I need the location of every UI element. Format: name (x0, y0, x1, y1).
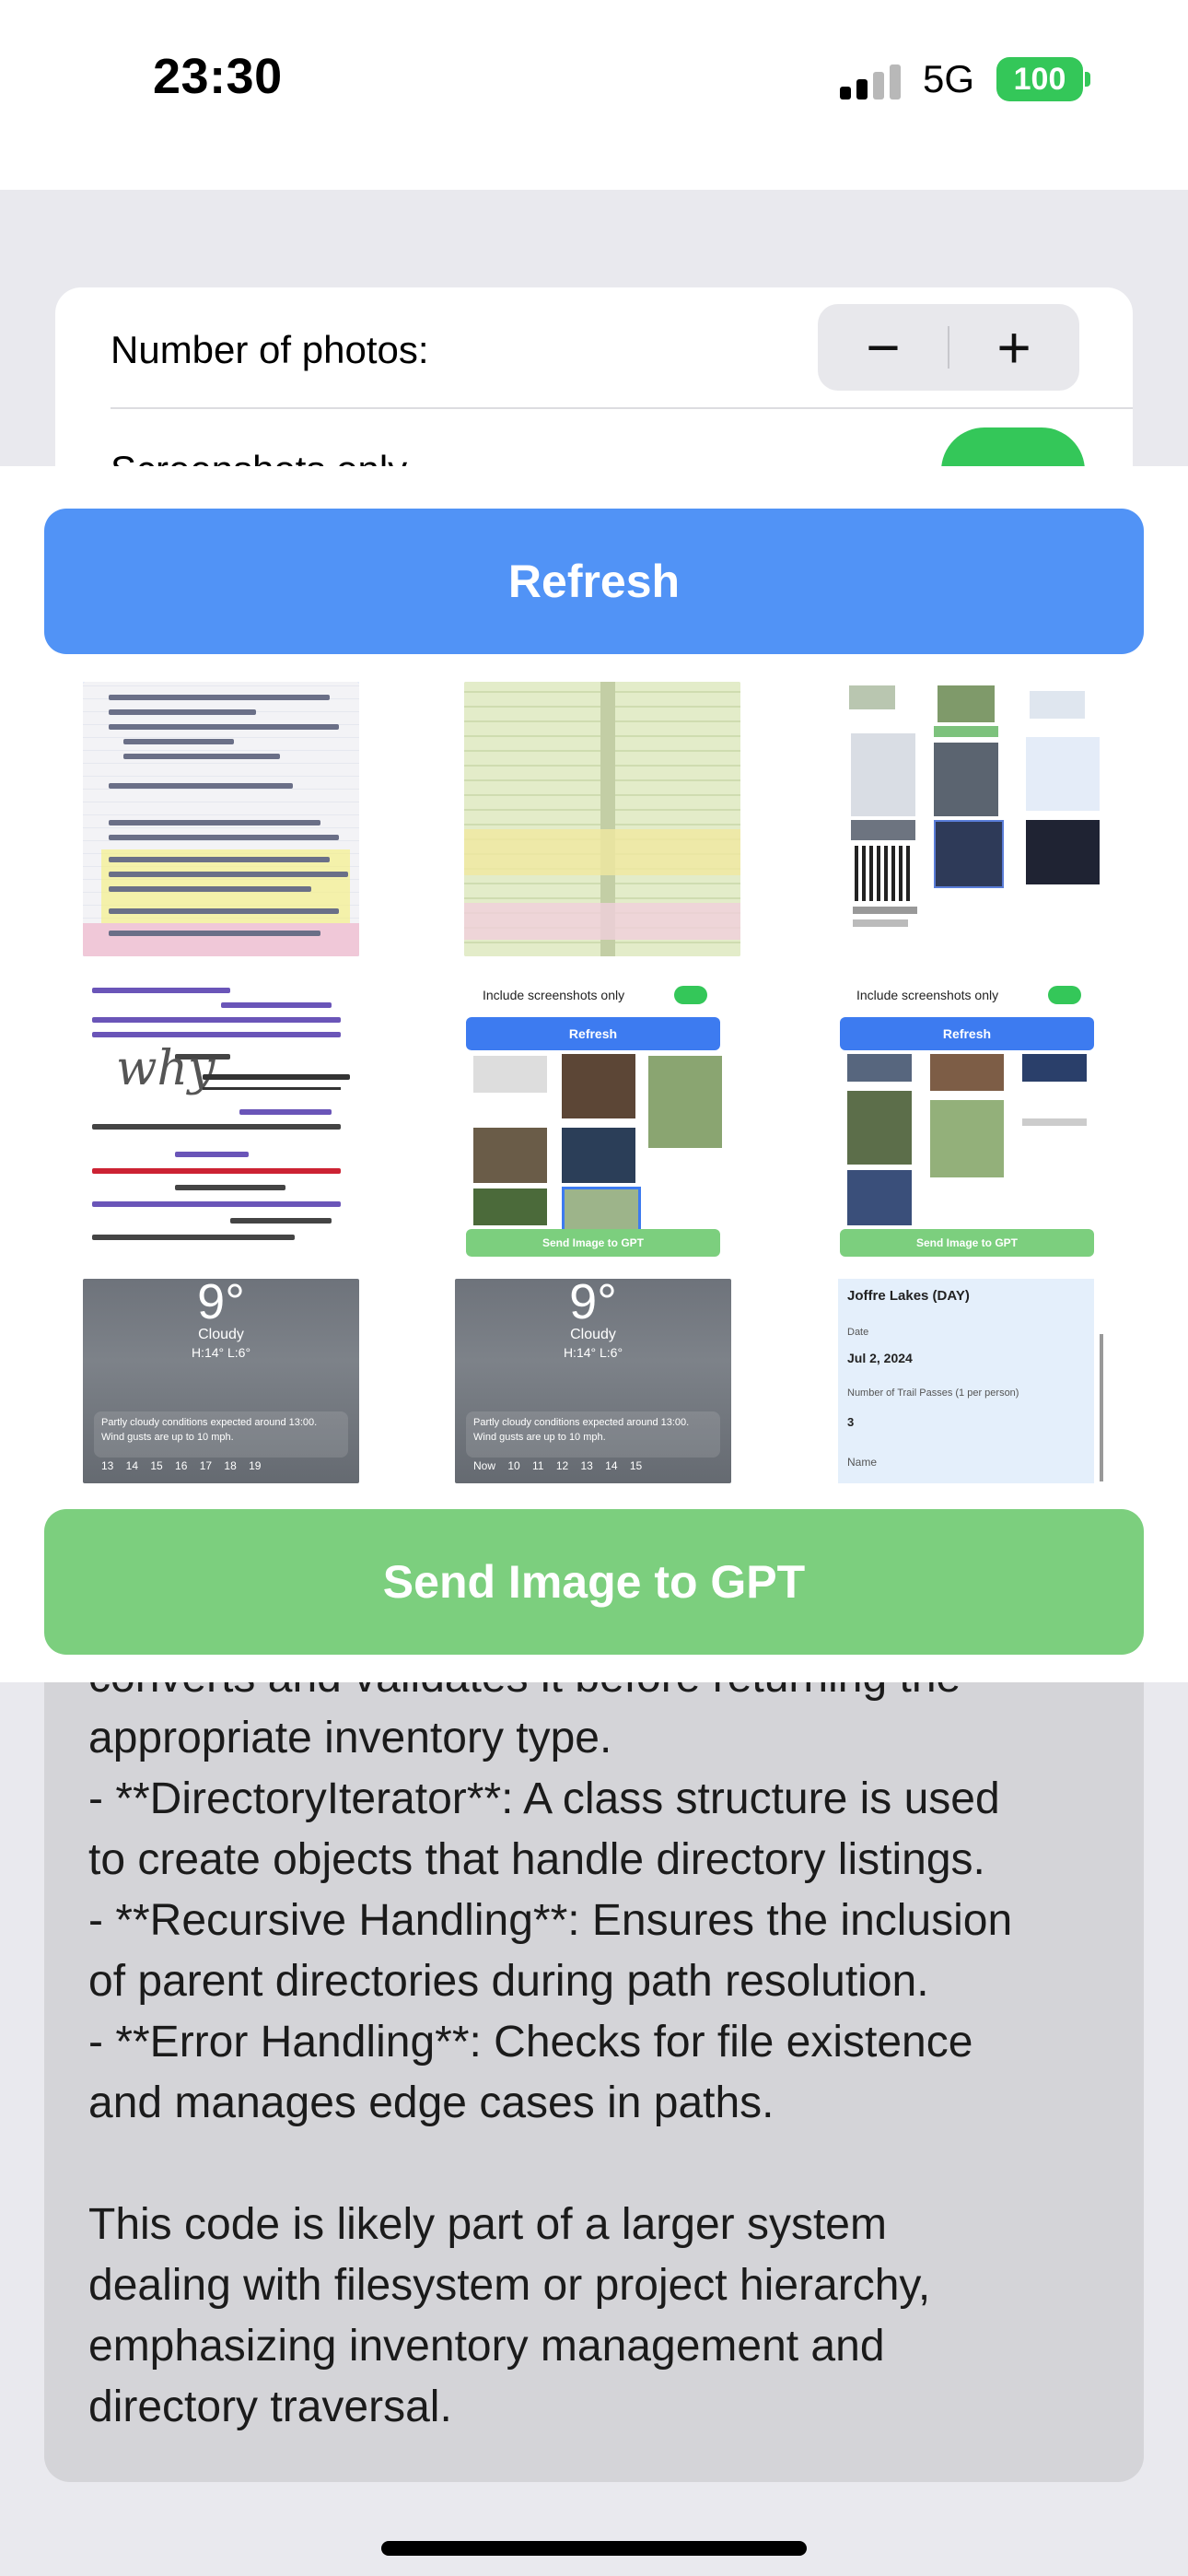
photo-thumbnail[interactable]: Include screenshots only Refresh Send Im… (455, 980, 731, 1257)
photo-thumbnail[interactable] (842, 682, 1118, 956)
photo-thumbnail[interactable] (464, 682, 740, 956)
battery-level: 100 (1013, 61, 1066, 97)
response-line: and manages edge cases in paths. (88, 2078, 775, 2127)
mini-toggle-label: Include screenshots only (483, 988, 625, 1002)
decrement-button[interactable]: − (818, 304, 949, 391)
mini-toggle-label: Include screenshots only (856, 988, 999, 1002)
weather-temperature: 9° (197, 1279, 245, 1329)
response-line: dealing with filesystem or project hiera… (88, 2261, 931, 2310)
response-line: appropriate inventory type. (88, 1714, 612, 1762)
home-indicator (381, 2541, 807, 2556)
form-date-label: Date (847, 1327, 869, 1338)
weather-note: Wind gusts are up to 10 mph. (101, 1432, 234, 1443)
battery-nub (1085, 72, 1090, 87)
form-passes-value: 3 (847, 1415, 855, 1429)
battery-icon: 100 (996, 57, 1083, 101)
response-line: converts and validates it before returni… (88, 1682, 1111, 1708)
mini-send-label: Send Image to GPT (840, 1229, 1094, 1257)
response-line: of parent directories during path resolu… (88, 1957, 929, 2006)
weather-hours: 13 14 15 16 17 18 19 (101, 1459, 262, 1472)
form-passes-label: Number of Trail Passes (1 per person) (847, 1388, 1019, 1399)
photo-thumbnail[interactable]: 9° Cloudy H:14° L:6° Partly cloudy condi… (455, 1279, 731, 1483)
weather-note: Partly cloudy conditions expected around… (101, 1417, 318, 1428)
weather-temperature: 9° (569, 1279, 617, 1329)
network-type: 5G (923, 57, 975, 100)
photos-stepper[interactable]: − + (818, 304, 1079, 391)
mini-refresh-label: Refresh (466, 1017, 720, 1050)
form-name-label: Name (847, 1456, 878, 1469)
handwriting-annotation: why (116, 1041, 215, 1096)
photo-thumbnail[interactable]: Include screenshots only Refresh Send Im… (829, 980, 1105, 1257)
response-line: emphasizing inventory management and (88, 2322, 885, 2371)
status-bar: 23:30 5G 100 (0, 0, 1188, 190)
photo-thumbnail[interactable]: 9° Cloudy H:14° L:6° Partly cloudy condi… (83, 1279, 359, 1483)
mini-refresh-label: Refresh (840, 1017, 1094, 1050)
form-date-value: Jul 2, 2024 (847, 1351, 913, 1365)
photos-count-label: Number of photos: (111, 328, 429, 371)
photo-thumbnail[interactable]: why (83, 980, 359, 1257)
response-scroll-view[interactable]: converts and validates it before returni… (44, 1682, 1144, 2482)
status-time: 23:30 (153, 49, 283, 104)
response-line (88, 2134, 1111, 2195)
response-line: This code is likely part of a larger sys… (88, 2200, 887, 2249)
weather-hilo: H:14° L:6° (191, 1345, 251, 1360)
weather-note: Partly cloudy conditions expected around… (473, 1417, 690, 1428)
weather-hilo: H:14° L:6° (563, 1345, 623, 1360)
response-line: - **Recursive Handling**: Ensures the in… (88, 1896, 1013, 1945)
settings-card: Number of photos: − + Screenshots only (55, 287, 1133, 472)
cellular-signal-icon (840, 63, 906, 100)
response-text: converts and validates it before returni… (88, 1682, 1111, 2438)
send-to-gpt-button[interactable]: Send Image to GPT (44, 1509, 1144, 1655)
form-title: Joffre Lakes (DAY) (847, 1288, 970, 1304)
screenshots-only-toggle[interactable] (941, 427, 1085, 472)
row-divider (111, 407, 1133, 409)
photo-thumbnail[interactable] (83, 682, 359, 956)
response-line: - **Error Handling**: Checks for file ex… (88, 2018, 973, 2067)
photo-thumbnail[interactable]: Joffre Lakes (DAY) Date Jul 2, 2024 Numb… (829, 1279, 1105, 1483)
response-line: to create objects that handle directory … (88, 1835, 985, 1884)
response-line: directory traversal. (88, 2383, 452, 2431)
weather-condition: Cloudy (570, 1327, 616, 1342)
increment-button[interactable]: + (949, 304, 1079, 391)
weather-note: Wind gusts are up to 10 mph. (473, 1432, 606, 1443)
weather-hours: Now 10 11 12 13 14 15 (473, 1459, 643, 1472)
response-line: - **DirectoryIterator**: A class structu… (88, 1774, 1000, 1823)
mini-send-label: Send Image to GPT (466, 1229, 720, 1257)
weather-condition: Cloudy (198, 1327, 244, 1342)
refresh-button[interactable]: Refresh (44, 509, 1144, 654)
